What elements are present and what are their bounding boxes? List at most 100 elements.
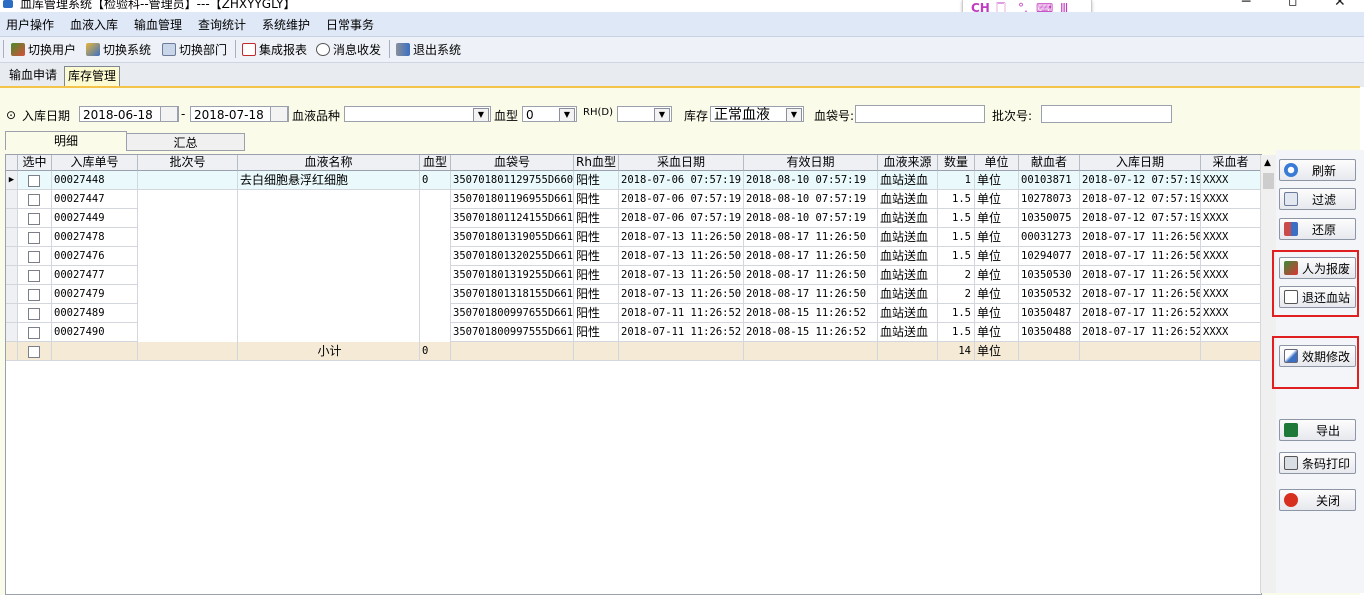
- chevron-down-icon[interactable]: ▼: [654, 108, 670, 121]
- header-donor[interactable]: 献血者: [1019, 155, 1080, 171]
- filter-button[interactable]: 过滤: [1279, 188, 1356, 210]
- header-expiry-date[interactable]: 有效日期: [744, 155, 878, 171]
- restore-button[interactable]: 还原: [1279, 218, 1356, 240]
- table-row[interactable]: 00027478 350701801319055D6610 阳性 2018-07-13…: [6, 228, 1261, 247]
- row-indicator[interactable]: [6, 190, 18, 209]
- scroll-up-icon[interactable]: ▲: [1264, 158, 1271, 168]
- refresh-button[interactable]: 刷新: [1279, 159, 1356, 181]
- date-from-field[interactable]: 2018-06-18: [79, 106, 179, 122]
- cell-select[interactable]: [18, 266, 52, 285]
- header-blood-type[interactable]: 血型: [420, 155, 451, 171]
- export-button[interactable]: 导出: [1279, 419, 1356, 441]
- row-indicator[interactable]: [6, 228, 18, 247]
- header-collector[interactable]: 采血者: [1201, 155, 1261, 171]
- table-row[interactable]: 00027490 350701800997555D6610 阳性 2018-07-11…: [6, 323, 1261, 342]
- table-row[interactable]: 00027477 350701801319255D6611 阳性 2018-07-13…: [6, 266, 1261, 285]
- row-checkbox[interactable]: [28, 289, 40, 301]
- chevron-down-icon[interactable]: ▼: [786, 108, 802, 121]
- row-checkbox[interactable]: [28, 194, 40, 206]
- menu-maintenance[interactable]: 系统维护: [262, 16, 310, 33]
- date-radio[interactable]: ⊙: [6, 108, 16, 122]
- row-indicator[interactable]: [6, 285, 18, 304]
- exit-system-button[interactable]: 退出系统: [396, 41, 461, 58]
- cell-select[interactable]: [18, 171, 52, 190]
- header-blood-name[interactable]: 血液名称: [238, 155, 420, 171]
- row-checkbox[interactable]: [28, 175, 40, 187]
- bag-no-input[interactable]: [855, 105, 985, 123]
- header-batch-no[interactable]: 批次号: [138, 155, 238, 171]
- subtab-summary[interactable]: 汇总: [126, 133, 245, 151]
- switch-user-button[interactable]: 切换用户: [11, 41, 76, 58]
- cell-stock-in-date: 2018-07-17 11:26:50: [1080, 266, 1201, 285]
- row-checkbox[interactable]: [28, 327, 40, 339]
- tab-inventory[interactable]: 库存管理: [64, 66, 121, 86]
- table-row[interactable]: 00027476 350701801320255D6610 阳性 2018-07-13…: [6, 247, 1261, 266]
- blood-kind-select[interactable]: ▼: [344, 106, 491, 122]
- row-checkbox[interactable]: [28, 308, 40, 320]
- cell-select[interactable]: [18, 228, 52, 247]
- subtotal-checkbox[interactable]: [28, 346, 40, 358]
- chevron-down-icon[interactable]: ▼: [473, 108, 489, 121]
- date-to-picker[interactable]: [270, 107, 288, 121]
- rh-select[interactable]: ▼: [617, 106, 672, 122]
- row-checkbox[interactable]: [28, 213, 40, 225]
- header-stock-in-no[interactable]: 入库单号: [52, 155, 138, 171]
- barcode-print-button[interactable]: 条码打印: [1279, 452, 1356, 474]
- header-corner: [6, 155, 18, 171]
- cell-select[interactable]: [18, 247, 52, 266]
- minimize-button[interactable]: ─: [1242, 0, 1250, 10]
- header-quantity[interactable]: 数量: [938, 155, 975, 171]
- header-bag-no[interactable]: 血袋号: [451, 155, 574, 171]
- row-indicator[interactable]: [6, 323, 18, 342]
- maximize-button[interactable]: ▫: [1288, 0, 1298, 10]
- row-checkbox[interactable]: [28, 270, 40, 282]
- cell-select[interactable]: [18, 323, 52, 342]
- row-checkbox[interactable]: [28, 251, 40, 263]
- menu-query[interactable]: 查询统计: [198, 16, 246, 33]
- menu-daily[interactable]: 日常事务: [326, 16, 374, 33]
- table-row[interactable]: 00027479 350701801318155D6611 阳性 2018-07-13…: [6, 285, 1261, 304]
- cell-select[interactable]: [18, 285, 52, 304]
- manual-scrap-button[interactable]: 人为报废: [1279, 257, 1356, 279]
- header-blood-source[interactable]: 血液来源: [878, 155, 938, 171]
- switch-system-button[interactable]: 切换系统: [86, 41, 151, 58]
- header-unit[interactable]: 单位: [975, 155, 1019, 171]
- header-rh-type[interactable]: Rh血型: [574, 155, 619, 171]
- row-indicator[interactable]: [6, 209, 18, 228]
- menu-transfusion[interactable]: 输血管理: [134, 16, 182, 33]
- stock-select[interactable]: 正常血液 ▼: [710, 106, 804, 122]
- report-button[interactable]: 集成报表: [242, 41, 307, 58]
- menu-blood-in[interactable]: 血液入库: [70, 16, 118, 33]
- blood-type-select[interactable]: 0 ▼: [522, 106, 577, 122]
- date-to-field[interactable]: 2018-07-18: [190, 106, 289, 122]
- return-bloodstation-button[interactable]: 退还血站: [1279, 286, 1356, 308]
- scroll-thumb[interactable]: [1263, 173, 1274, 189]
- row-indicator[interactable]: ▶: [6, 171, 18, 190]
- row-indicator[interactable]: [6, 266, 18, 285]
- menu-user-ops[interactable]: 用户操作: [6, 16, 54, 33]
- header-stock-in-date[interactable]: 入库日期: [1080, 155, 1201, 171]
- batch-input[interactable]: [1041, 105, 1172, 123]
- close-button[interactable]: 关闭: [1279, 489, 1356, 511]
- close-window-button[interactable]: ✕: [1334, 0, 1346, 10]
- chevron-down-icon[interactable]: ▼: [559, 108, 575, 121]
- table-row[interactable]: 00027449 350701801124155D6610 阳性 2018-07-06…: [6, 209, 1261, 228]
- messages-button[interactable]: 消息收发: [316, 41, 381, 58]
- cell-select[interactable]: [18, 190, 52, 209]
- table-row[interactable]: ▶ 00027448 去白细胞悬浮红细胞 0 350701801129755D6609 阳…: [6, 171, 1261, 190]
- header-collect-date[interactable]: 采血日期: [619, 155, 744, 171]
- table-row[interactable]: 00027489 350701800997655D6610 阳性 2018-07-11…: [6, 304, 1261, 323]
- switch-dept-button[interactable]: 切换部门: [162, 41, 227, 58]
- expiry-edit-button[interactable]: 效期修改: [1279, 345, 1356, 367]
- date-from-picker[interactable]: [160, 107, 178, 121]
- row-indicator[interactable]: [6, 304, 18, 323]
- row-checkbox[interactable]: [28, 232, 40, 244]
- header-select[interactable]: 选中: [18, 155, 52, 171]
- cell-select[interactable]: [18, 209, 52, 228]
- inventory-table[interactable]: 选中 入库单号 批次号 血液名称 血型 血袋号 Rh血型 采血日期 有效日期 血液来源 数量 单位 献血…: [5, 154, 1262, 595]
- cell-select[interactable]: [18, 304, 52, 323]
- table-row[interactable]: 00027447 350701801196955D6610 阳性 2018-07-06…: [6, 190, 1261, 209]
- tab-transfusion-request[interactable]: 输血申请: [6, 66, 60, 85]
- row-indicator[interactable]: [6, 247, 18, 266]
- subtab-detail[interactable]: 明细: [5, 131, 127, 150]
